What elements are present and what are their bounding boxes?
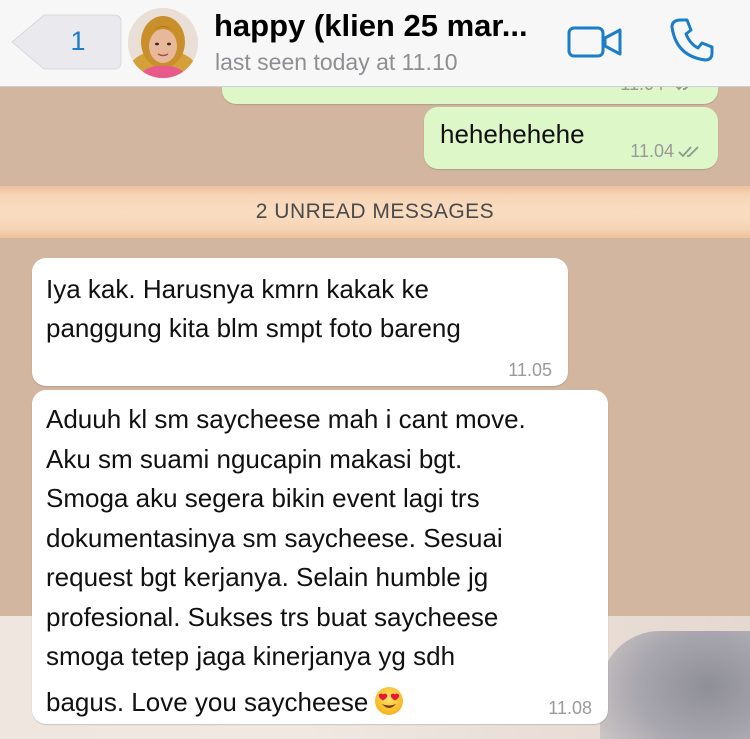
contact-name[interactable]: happy (klien 25 mar... — [214, 8, 528, 44]
heart-eyes-emoji-icon — [375, 686, 404, 715]
message-line-text: bagus. Love you saycheese — [46, 686, 369, 717]
message-line: dokumentasinya sm saycheese. Sesuai — [46, 522, 503, 553]
message-line: Aduuh kl sm saycheese mah i cant move. — [46, 404, 526, 434]
message-line: smoga tetep jaga kinerjanya yg sdh — [46, 641, 456, 671]
phone-icon — [670, 18, 714, 62]
background-photo-shade — [600, 631, 750, 739]
double-check-icon — [678, 146, 699, 158]
message-text: hehehehehe — [440, 119, 585, 149]
message-text: Iya kak. Harusnya kmrn kakak ke panggung… — [46, 270, 546, 348]
voice-call-button[interactable] — [668, 16, 716, 64]
message-line: request bgt kerjanya. Selain humble jg — [46, 562, 489, 592]
message-line: Iya kak. Harusnya kmrn kakak ke — [46, 274, 429, 304]
incoming-message[interactable]: Iya kak. Harusnya kmrn kakak ke panggung… — [32, 258, 568, 386]
back-button[interactable]: 1 — [10, 14, 122, 70]
last-seen-status: last seen today at 11.10 — [215, 49, 458, 75]
message-time: 11.04 — [630, 141, 674, 161]
message-time: 11.05 — [508, 360, 552, 380]
message-line: bagus. Love you saycheese — [46, 683, 602, 723]
message-line: Aku sm suami ngucapin makasi bgt. — [46, 443, 463, 474]
message-line: panggung kita blm smpt foto bareng — [46, 313, 461, 343]
message-text: Aduuh kl sm saycheese mah i cant move. A… — [46, 400, 602, 722]
video-camera-icon — [567, 26, 622, 58]
contact-photo — [128, 8, 198, 78]
message-time: 11.08 — [548, 698, 592, 718]
video-call-button[interactable] — [566, 22, 624, 62]
unread-count-badge: 1 — [70, 26, 86, 56]
unread-messages-banner: 2 UNREAD MESSAGES — [0, 186, 750, 238]
message-line: profesional. Sukses trs buat saycheese — [46, 601, 499, 632]
incoming-message[interactable]: Aduuh kl sm saycheese mah i cant move. A… — [32, 390, 608, 724]
outgoing-message[interactable]: hehehehehe 11.04 — [424, 107, 718, 169]
avatar[interactable] — [128, 8, 198, 78]
message-line: Smoga aku segera bikin event lagi trs — [46, 483, 480, 513]
chat-header: 1 happy (klien 25 mar... last seen today… — [0, 0, 750, 87]
